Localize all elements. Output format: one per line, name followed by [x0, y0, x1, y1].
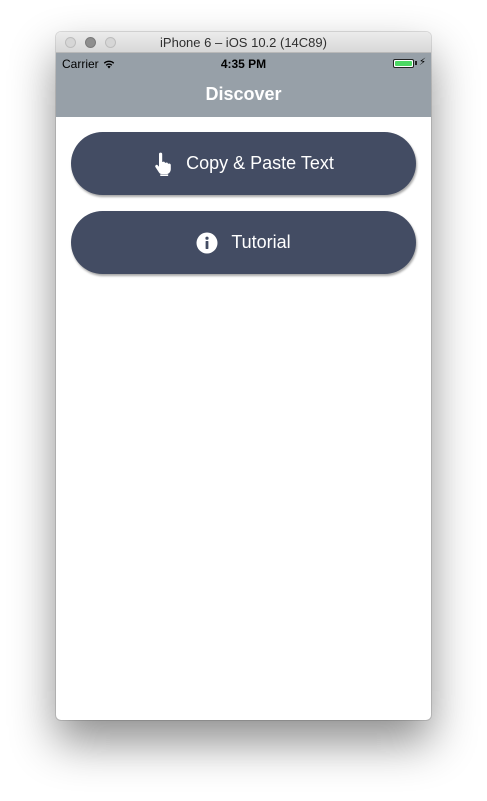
copy-paste-text-button[interactable]: Copy & Paste Text	[71, 132, 416, 195]
nav-title: Discover	[205, 84, 282, 104]
tutorial-button[interactable]: Tutorial	[71, 211, 416, 274]
battery-indicator: ⚡	[392, 57, 426, 68]
simulator-window: iPhone 6 – iOS 10.2 (14C89) Carrier 4:35…	[56, 32, 431, 720]
battery-tip	[414, 61, 417, 65]
window-title-bar: iPhone 6 – iOS 10.2 (14C89)	[56, 32, 431, 53]
info-circle-icon	[196, 232, 218, 254]
copy-paste-text-label: Copy & Paste Text	[186, 153, 334, 173]
status-time: 4:35 PM	[220, 57, 267, 71]
charging-bolt-icon: ⚡	[418, 57, 426, 68]
content-area: Copy & Paste Text Tutorial	[56, 117, 431, 274]
tutorial-label: Tutorial	[231, 232, 291, 252]
hand-pointer-icon	[153, 152, 173, 176]
battery-level-fill	[394, 60, 412, 66]
navigation-bar: Discover	[56, 72, 431, 117]
status-bar: Carrier 4:35 PM ⚡	[56, 53, 431, 73]
window-title: iPhone 6 – iOS 10.2 (14C89)	[160, 35, 327, 50]
battery-icon	[392, 58, 414, 68]
